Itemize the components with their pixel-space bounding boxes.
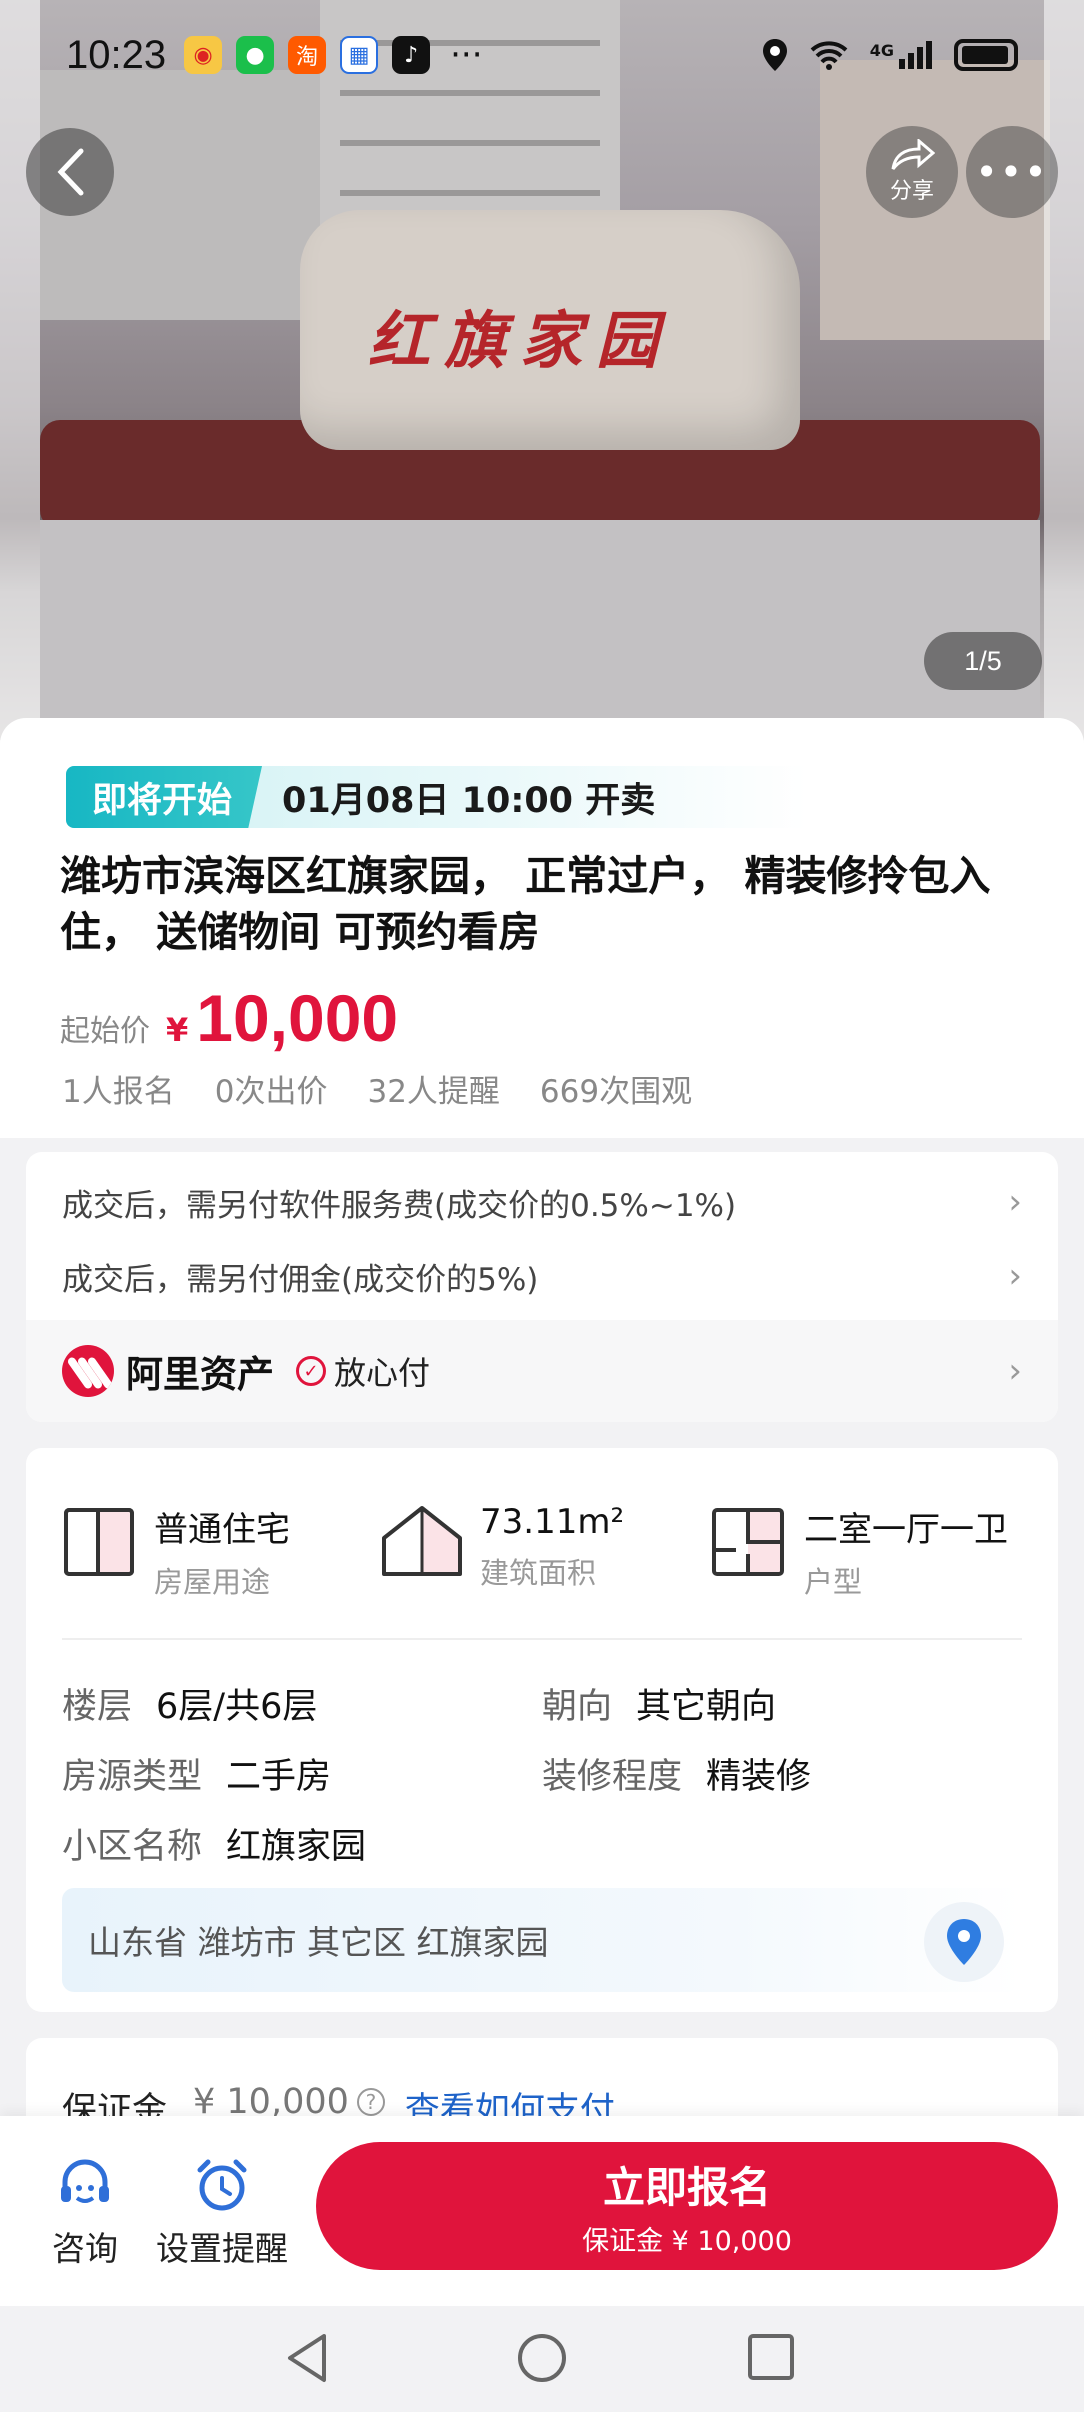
system-nav-bar (0, 2306, 1084, 2412)
share-button[interactable]: 分享 (866, 126, 958, 218)
wifi-icon (810, 41, 848, 70)
property-type-row: 房源类型 二手房 (62, 1748, 331, 1799)
cell-signal-icon: 4G (870, 41, 932, 69)
spec-layout: 二室一厅一卫 户型 (708, 1502, 1008, 1601)
share-label: 分享 (889, 179, 934, 204)
chevron-right-icon: › (1008, 1256, 1022, 1296)
ellipsis-icon: ••• (975, 150, 1049, 194)
more-notifications-icon: ··· (450, 35, 483, 75)
stat-signups: 1人报名 (62, 1074, 175, 1110)
calendar-icon: ▦ (340, 36, 379, 74)
consult-label: 咨询 (52, 2229, 118, 2268)
decoration-row: 装修程度 精装修 (542, 1748, 811, 1799)
chevron-right-icon: › (1008, 1351, 1022, 1391)
service-fee-row[interactable]: 成交后，需另付软件服务费(成交价的0.5%~1%) › (62, 1174, 1022, 1230)
stat-views: 669次围观 (539, 1074, 693, 1110)
ali-assets-logo-icon (62, 1345, 114, 1397)
network-type: 4G (869, 41, 894, 60)
hero-edge-left (0, 0, 40, 740)
register-now-button[interactable]: 立即报名 保证金 ¥ 10,000 (316, 2142, 1058, 2270)
property-details-card: 普通住宅 房屋用途 73.11m² 建筑面积 二室一厅一卫 户型 楼层 6层/共… (26, 1448, 1058, 2012)
floor-label: 楼层 (62, 1687, 133, 1727)
divider (62, 1638, 1022, 1640)
hero-edge-right (1044, 0, 1084, 740)
layout-label: 户型 (804, 1565, 863, 1599)
auction-status-row: 即将开始 01月08日 10:00 开卖 (66, 766, 809, 828)
nav-recents-icon[interactable] (746, 2332, 796, 2384)
floorplan-icon (712, 1508, 784, 1576)
question-icon[interactable]: ? (356, 2088, 385, 2116)
battery-icon (954, 39, 1018, 71)
register-label: 立即报名 (602, 2163, 771, 2212)
community-value: 红旗家园 (226, 1827, 367, 1867)
back-button[interactable] (26, 128, 114, 216)
more-options-button[interactable]: ••• (966, 126, 1058, 218)
stat-reminders: 32人提醒 (367, 1074, 500, 1110)
orientation-row: 朝向 其它朝向 (542, 1678, 776, 1729)
price-currency: ¥ (166, 1011, 189, 1049)
community-row: 小区名称 红旗家园 (62, 1818, 366, 1869)
platform-name: 阿里资产 (126, 1353, 274, 1396)
remind-label: 设置提醒 (156, 2229, 288, 2268)
alarm-clock-icon (197, 2159, 247, 2211)
status-time: 10:23 (66, 32, 167, 77)
hero-image[interactable]: 红旗家园 (0, 0, 1084, 740)
house-icon (382, 1506, 462, 1576)
wechat-icon: ● (236, 36, 275, 74)
fee-card: 成交后，需另付软件服务费(成交价的0.5%~1%) › 成交后，需另付佣金(成交… (26, 1152, 1058, 1422)
orientation-value: 其它朝向 (636, 1687, 777, 1727)
layout-value: 二室一厅一卫 (804, 1510, 1008, 1550)
price-row: 起始价 ¥ 10,000 (60, 980, 398, 1056)
spec-area: 73.11m² 建筑面积 (380, 1502, 624, 1592)
start-time: 01月08日 10:00 开卖 (248, 766, 809, 828)
usage-label: 房屋用途 (154, 1565, 271, 1599)
road (40, 520, 1040, 740)
share-icon (891, 139, 935, 170)
image-counter: 1/5 (924, 632, 1042, 690)
service-fee-text: 成交后，需另付软件服务费(成交价的0.5%~1%) (62, 1187, 737, 1224)
weibo-icon: ◉ (184, 36, 223, 74)
price-label: 起始价 (60, 1014, 150, 1049)
platform-row[interactable]: 阿里资产 ✓ 放心付 › (26, 1320, 1058, 1422)
property-type-value: 二手房 (226, 1757, 332, 1797)
upcoming-badge: 即将开始 (66, 766, 263, 828)
stat-bids: 0次出价 (214, 1074, 328, 1110)
floor-row: 楼层 6层/共6层 (62, 1678, 317, 1729)
community-label: 小区名称 (62, 1827, 203, 1867)
decoration-label: 装修程度 (542, 1757, 683, 1797)
map-pin-icon[interactable] (924, 1902, 1004, 1982)
building-icon (64, 1508, 134, 1576)
safe-pay-label: 放心付 (334, 1354, 431, 1392)
headset-icon (61, 2159, 109, 2203)
status-bar: 10:23 ◉ ● 淘 ▦ ♪ ··· 4G (0, 0, 1084, 110)
spec-usage: 普通住宅 房屋用途 (60, 1502, 290, 1601)
stone-inscription: 红旗家园 (367, 304, 672, 377)
chevron-left-icon (57, 148, 84, 196)
register-deposit-label: 保证金 ¥ 10,000 (582, 2226, 792, 2257)
area-value: 73.11m² (480, 1502, 625, 1542)
area-label: 建筑面积 (480, 1556, 597, 1590)
bottom-action-bar: 咨询 设置提醒 立即报名 保证金 ¥ 10,000 (0, 2116, 1084, 2306)
check-circle-icon: ✓ (296, 1356, 326, 1386)
address-text: 山东省 潍坊市 其它区 红旗家园 (88, 1923, 549, 1962)
usage-value: 普通住宅 (154, 1510, 290, 1550)
commission-row[interactable]: 成交后，需另付佣金(成交价的5%) › (62, 1248, 1022, 1304)
floor-value: 6层/共6层 (156, 1687, 318, 1727)
property-type-label: 房源类型 (62, 1757, 203, 1797)
address-map-row[interactable]: 山东省 潍坊市 其它区 红旗家园 (62, 1888, 1022, 1992)
tiktok-icon: ♪ (392, 36, 431, 74)
starting-price: 10,000 (196, 981, 399, 1055)
chevron-right-icon: › (1008, 1182, 1022, 1222)
nav-back-icon[interactable] (284, 2332, 330, 2384)
taobao-icon: 淘 (288, 36, 327, 74)
commission-text: 成交后，需另付佣金(成交价的5%) (62, 1261, 539, 1298)
nav-home-icon[interactable] (516, 2332, 568, 2384)
location-icon (762, 39, 787, 71)
orientation-label: 朝向 (542, 1687, 613, 1727)
consult-button[interactable]: 咨询 (52, 2156, 118, 2270)
listing-title: 潍坊市滨海区红旗家园， 正常过户， 精装修拎包入住， 送储物间 可预约看房 (60, 852, 991, 956)
stats-row: 1人报名 0次出价 32人提醒 669次围观 (62, 1066, 692, 1111)
set-reminder-button[interactable]: 设置提醒 (156, 2156, 288, 2270)
decoration-value: 精装修 (706, 1757, 812, 1797)
